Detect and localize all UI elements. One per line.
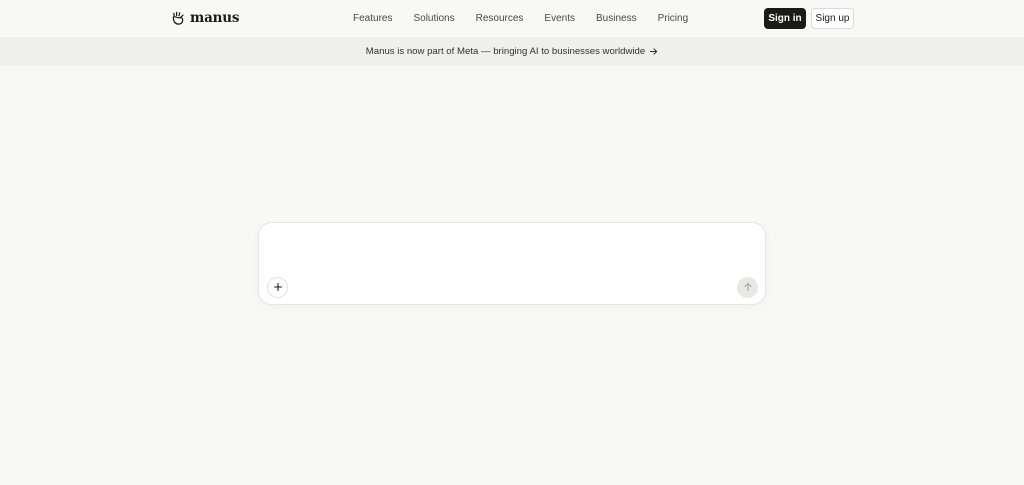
main-nav: Features Solutions Resources Events Busi… — [353, 0, 688, 37]
top-navbar: manus Features Solutions Resources Event… — [0, 0, 1024, 37]
nav-link-pricing[interactable]: Pricing — [658, 13, 689, 24]
add-attachment-button[interactable] — [267, 277, 288, 298]
nav-link-events[interactable]: Events — [544, 13, 575, 24]
nav-link-resources[interactable]: Resources — [476, 13, 524, 24]
banner-text: Manus is now part of Meta — bringing AI … — [365, 46, 646, 57]
announcement-banner[interactable]: Manus is now part of Meta — bringing AI … — [0, 37, 1024, 66]
sign-in-button[interactable]: Sign in — [764, 8, 806, 29]
nav-link-business[interactable]: Business — [596, 13, 637, 24]
arrow-right-icon — [649, 47, 658, 56]
sign-up-button[interactable]: Sign up — [811, 8, 854, 29]
plus-icon — [273, 279, 283, 297]
arrow-up-icon — [743, 279, 753, 297]
manus-logo-icon — [171, 11, 186, 26]
send-button[interactable] — [737, 277, 758, 298]
prompt-input[interactable] — [273, 235, 751, 275]
prompt-composer — [258, 222, 766, 305]
nav-link-solutions[interactable]: Solutions — [413, 13, 454, 24]
brand-name: manus — [190, 10, 240, 26]
nav-link-features[interactable]: Features — [353, 13, 392, 24]
brand-logo-link[interactable]: manus — [171, 9, 239, 27]
